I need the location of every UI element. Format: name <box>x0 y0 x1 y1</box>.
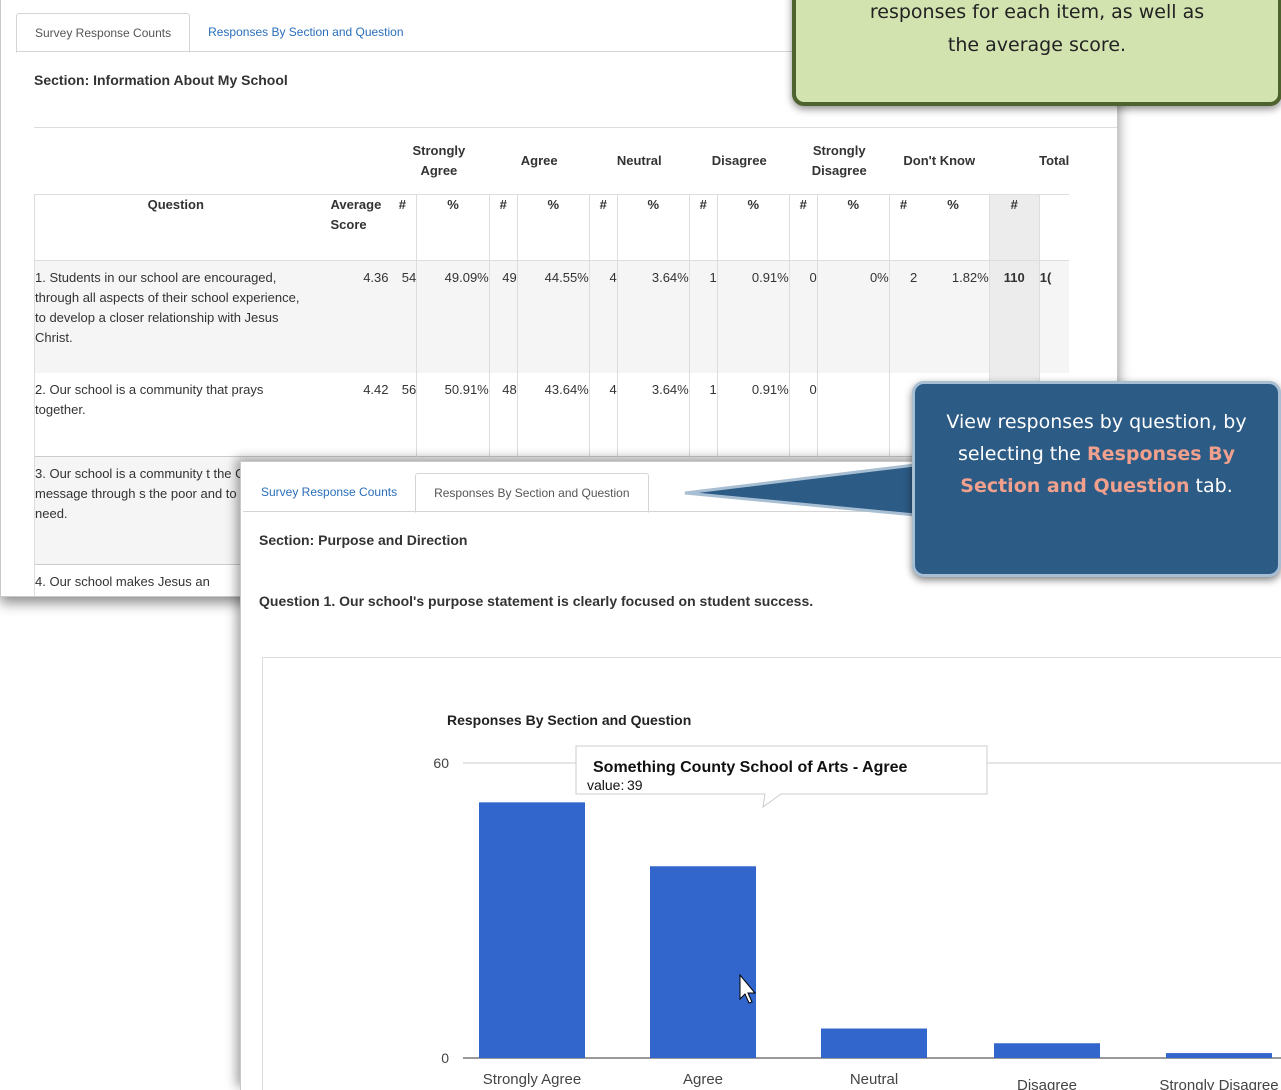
cell-count: 1 <box>688 373 718 456</box>
column-header-pct: % <box>816 193 890 261</box>
bar-strongly-agree[interactable] <box>479 802 585 1058</box>
column-header-pct: % <box>516 193 590 261</box>
section-title: Section: Purpose and Direction <box>259 532 468 548</box>
x-tick-label: Strongly Disagree <box>1159 1077 1278 1090</box>
cell-count: 1 <box>688 260 718 373</box>
tooltip-label: value: <box>587 777 624 793</box>
cell-pct: 49.09% <box>416 260 490 373</box>
cell-count: 48 <box>488 373 518 456</box>
tab-responses-by-section[interactable]: Responses By Section and Question <box>415 473 649 513</box>
cell-pct: 0.91% <box>716 260 790 373</box>
cell-count: 56 <box>401 382 417 397</box>
cell-count: 49 <box>488 260 518 373</box>
bar-neutral[interactable] <box>821 1028 927 1059</box>
column-header-count: # <box>888 193 918 261</box>
cell-pct <box>816 373 890 456</box>
cell-pct: 3.64% <box>616 373 690 456</box>
callout-text-line: the average score. <box>947 34 1127 56</box>
section-title: Section: Information About My School <box>34 72 288 88</box>
tab-responses-by-section[interactable]: Responses By Section and Question <box>190 13 421 51</box>
column-header-count: # <box>388 193 417 261</box>
cell-count: 0 <box>788 260 818 373</box>
bar-strongly-disagree[interactable] <box>1166 1053 1272 1058</box>
cell-count: 54 <box>388 260 417 373</box>
average-score: 4.42 <box>363 382 389 397</box>
question-text: 2. Our school is a community that prays … <box>34 373 317 456</box>
bar-disagree[interactable] <box>994 1043 1100 1058</box>
cell-count: 4 <box>588 260 618 373</box>
question-title: Question 1. Our school's purpose stateme… <box>259 593 814 609</box>
cell-pct: 0.91% <box>716 373 790 456</box>
column-header-count: # <box>988 193 1040 261</box>
tab-bar: Survey Response Counts Responses By Sect… <box>243 473 649 513</box>
average-score: 4.36 <box>316 260 389 373</box>
column-header-question: Question <box>34 193 317 261</box>
bar-agree[interactable] <box>650 866 756 1058</box>
column-header-count: # <box>688 193 718 261</box>
cell-pct: 3.64% <box>616 260 690 373</box>
cell-total: 110 <box>988 260 1040 373</box>
x-tick-label: Disagree <box>1017 1077 1077 1090</box>
group-header: Neutral <box>616 152 662 168</box>
chart-container: Responses By Section and Question Strong… <box>262 657 1281 1090</box>
group-header: Disagree <box>711 152 767 168</box>
x-tick-label: Neutral <box>850 1071 898 1088</box>
y-tick-label: 0 <box>441 1050 449 1066</box>
column-header-pct: % <box>917 193 990 261</box>
chart-tooltip: Something County School of Arts - Agree … <box>575 745 988 809</box>
tab-survey-response-counts[interactable]: Survey Response Counts <box>243 473 415 511</box>
column-header-average: Average Score <box>316 193 389 261</box>
column-header-row: Question Average Score # % # % # % # % #… <box>34 193 1070 261</box>
table-row: 1. Students in our school are encouraged… <box>34 260 1070 373</box>
callout-table-explanation: responses for each item, as well as the … <box>792 0 1281 106</box>
chart-title: Responses By Section and Question <box>447 712 691 728</box>
column-header-count: # <box>488 193 518 261</box>
tab-bar: Survey Response Counts Responses By Sect… <box>16 13 422 53</box>
callout-text-line: responses for each item, as well as <box>869 1 1205 23</box>
column-header-pct: % <box>616 193 690 261</box>
x-tick-label: Agree <box>683 1071 723 1088</box>
group-header: Agree <box>520 152 558 168</box>
x-tick-label: Strongly Agree <box>483 1071 581 1088</box>
cell-pct: 44.55% <box>516 260 590 373</box>
group-header-row: Strongly Agree Agree Neutral Disagree St… <box>35 128 1070 194</box>
column-header-pct: % <box>416 193 490 261</box>
cell-count: 2 <box>888 260 918 373</box>
y-tick-label: 60 <box>433 755 449 771</box>
group-header: Strongly Disagree <box>811 142 867 178</box>
group-header: Total <box>1039 152 1070 168</box>
tooltip-value: 39 <box>627 777 643 793</box>
tab-survey-response-counts[interactable]: Survey Response Counts <box>16 13 191 53</box>
column-header-count: # <box>588 193 618 261</box>
bar-chart: Responses By Section and Question Strong… <box>433 712 1281 1090</box>
column-header-count: # <box>788 193 818 261</box>
group-header: Don't Know <box>903 152 976 168</box>
question-text: 1. Students in our school are encouraged… <box>34 260 317 373</box>
cell-pct: 1.82% <box>917 260 990 373</box>
callout-text: tab. <box>1189 475 1233 497</box>
cell-pct: 50.91% <box>416 373 490 456</box>
cell-pct: 0% <box>816 260 890 373</box>
cell-count: 0 <box>788 373 818 456</box>
cell-count: 4 <box>588 373 618 456</box>
column-header-pct: % <box>716 193 790 261</box>
cell-total-cutoff: 1( <box>1038 260 1070 373</box>
group-header: Strongly Agree <box>412 142 466 178</box>
cell-pct: 43.64% <box>516 373 590 456</box>
callout-tab-instruction: View responses by question, by selecting… <box>912 381 1281 577</box>
tooltip-title: Something County School of Arts - Agree <box>593 759 907 776</box>
